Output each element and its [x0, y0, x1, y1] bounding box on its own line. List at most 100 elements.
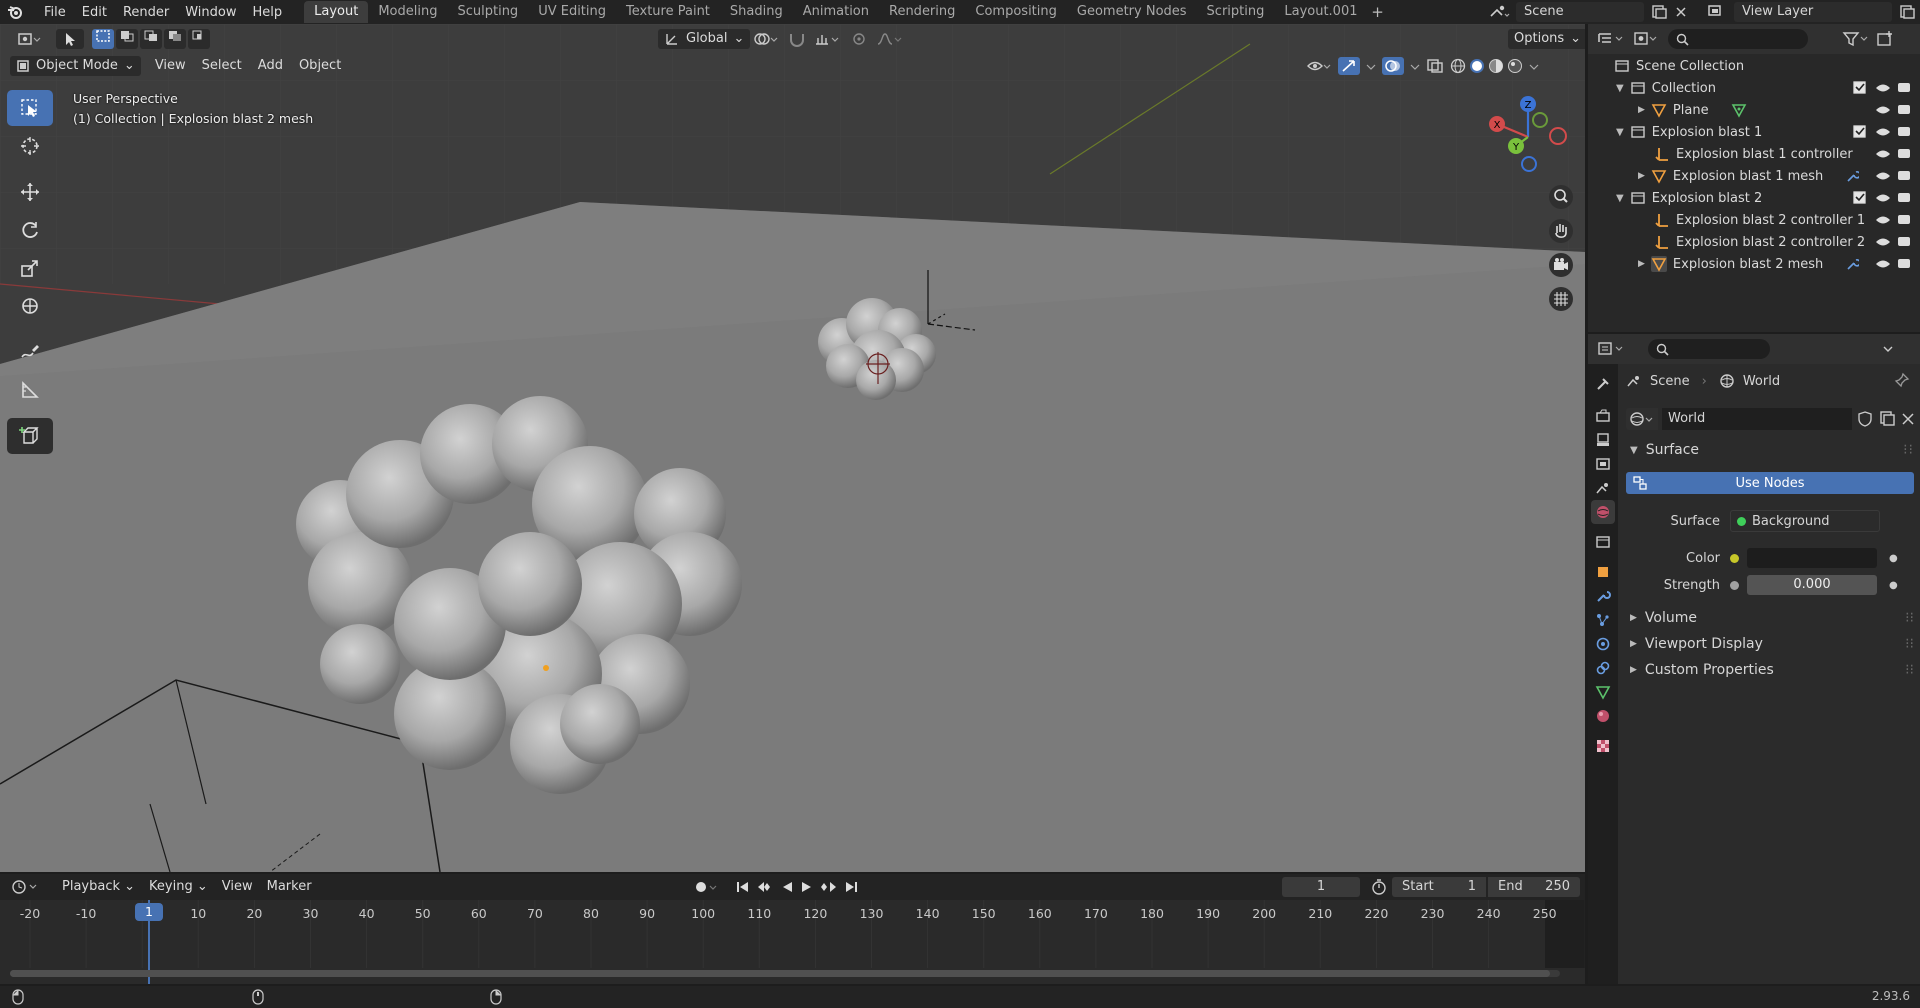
expand-arrow-icon[interactable]: ▶: [1630, 639, 1637, 649]
mesh-data-icon[interactable]: [1731, 102, 1747, 118]
menu-view[interactable]: View: [149, 56, 192, 76]
3d-viewport[interactable]: Global ⌄ Options ⌄ Object Mode ⌄ View Se…: [0, 24, 1585, 872]
expand-arrow-icon[interactable]: ▼: [1616, 193, 1624, 204]
object-tab-icon[interactable]: [1591, 560, 1615, 584]
tab-modeling[interactable]: Modeling: [368, 1, 447, 23]
expand-arrow-icon[interactable]: ▼: [1616, 127, 1624, 138]
snap-increment-icon[interactable]: [814, 31, 842, 47]
constraints-tab-icon[interactable]: [1591, 656, 1615, 680]
fake-user-shield-icon[interactable]: [1856, 410, 1874, 428]
select-intersect-icon[interactable]: [188, 29, 210, 49]
add-cube-tool[interactable]: [7, 418, 53, 454]
surface-panel-header[interactable]: ▼ Surface ⁝⁝: [1626, 439, 1918, 461]
drag-handle-icon[interactable]: ⁝⁝: [1905, 610, 1914, 626]
gizmo-toggle-icon[interactable]: [1338, 57, 1360, 75]
tab-rendering[interactable]: Rendering: [879, 1, 965, 23]
view-layer-icon[interactable]: [1706, 3, 1728, 21]
select-box-tool[interactable]: [7, 90, 53, 126]
shading-dropdown-icon[interactable]: [1529, 58, 1539, 74]
visibility-eye-icon[interactable]: [1306, 58, 1332, 74]
material-tab-icon[interactable]: [1591, 704, 1615, 728]
gizmo-dropdown-icon[interactable]: [1366, 58, 1376, 74]
color-socket-icon[interactable]: [1730, 553, 1739, 563]
view-layer-name-field[interactable]: View Layer: [1734, 2, 1892, 22]
drag-handle-icon[interactable]: ⁝⁝: [1903, 442, 1914, 458]
camera-view-icon[interactable]: [1548, 252, 1574, 278]
properties-search-input[interactable]: [1648, 339, 1770, 359]
surface-shader-selector[interactable]: Background: [1730, 510, 1880, 532]
expand-arrow-icon[interactable]: ▶: [1638, 259, 1645, 269]
physics-tab-icon[interactable]: [1591, 632, 1615, 656]
overlays-dropdown-icon[interactable]: [1410, 58, 1420, 74]
strength-field[interactable]: 0.000: [1747, 575, 1877, 595]
editor-type-button[interactable]: [10, 29, 50, 49]
select-invert-icon[interactable]: [164, 29, 186, 49]
scale-tool[interactable]: [7, 250, 53, 286]
tab-compositing[interactable]: Compositing: [965, 1, 1067, 23]
tab-geometry-nodes[interactable]: Geometry Nodes: [1067, 1, 1197, 23]
select-extend-icon[interactable]: [116, 29, 138, 49]
outliner-search-input[interactable]: [1668, 29, 1808, 49]
tab-layout-001[interactable]: Layout.001: [1274, 1, 1367, 23]
zoom-icon[interactable]: [1548, 184, 1574, 210]
expand-arrow-icon[interactable]: ▶: [1638, 105, 1645, 115]
cursor-tool[interactable]: [7, 128, 53, 164]
expand-arrow-icon[interactable]: ▶: [1630, 665, 1637, 675]
collection-tab-icon[interactable]: [1591, 530, 1615, 554]
expand-arrow-icon[interactable]: ▼: [1630, 445, 1638, 456]
volume-panel-header[interactable]: ▶ Volume ⁝⁝: [1626, 607, 1918, 629]
pin-icon[interactable]: [1894, 372, 1910, 388]
filter-icon[interactable]: [1842, 30, 1872, 48]
world-tab-icon[interactable]: [1591, 500, 1615, 524]
playhead-frame-badge[interactable]: 1: [135, 903, 163, 921]
custom-properties-panel-header[interactable]: ▶ Custom Properties ⁝⁝: [1626, 659, 1918, 681]
render-tab-icon[interactable]: [1591, 404, 1615, 428]
timeline-scrollbar[interactable]: [10, 970, 1560, 977]
outliner-row-scene-collection[interactable]: Scene Collection: [1588, 55, 1920, 77]
navigation-gizmo[interactable]: Z X Y: [1480, 90, 1570, 180]
overlays-toggle-icon[interactable]: [1382, 57, 1404, 75]
delete-scene-icon[interactable]: [1674, 5, 1688, 19]
annotate-tool[interactable]: [7, 334, 53, 370]
texture-tab-icon[interactable]: [1591, 734, 1615, 758]
unlink-world-icon[interactable]: [1900, 411, 1916, 427]
viewport-display-panel-header[interactable]: ▶ Viewport Display ⁝⁝: [1626, 633, 1918, 655]
select-new-icon[interactable]: [92, 29, 114, 49]
expand-arrow-icon[interactable]: ▶: [1630, 613, 1637, 623]
move-tool[interactable]: [7, 174, 53, 210]
material-preview-icon[interactable]: [1488, 58, 1504, 74]
view-layer-tab-icon[interactable]: [1591, 452, 1615, 476]
keyframe-dot-icon[interactable]: ●: [1889, 580, 1898, 591]
world-browse-icon[interactable]: [1626, 408, 1658, 430]
data-tab-icon[interactable]: [1591, 680, 1615, 704]
options-dropdown[interactable]: Options ⌄: [1508, 29, 1585, 49]
measure-tool[interactable]: [7, 372, 53, 408]
drag-handle-icon[interactable]: ⁝⁝: [1905, 636, 1914, 652]
tab-animation[interactable]: Animation: [793, 1, 879, 23]
timeline-track-area[interactable]: -20 -10 10 20 30 40 50 60 70 80 90 100 110 120 130 140 1…: [0, 900, 1585, 984]
solid-shading-icon[interactable]: [1469, 58, 1485, 74]
menu-select[interactable]: Select: [196, 56, 248, 76]
menu-window[interactable]: Window: [177, 5, 244, 20]
timeline-scrollbar-thumb[interactable]: [10, 970, 1550, 977]
tab-shading[interactable]: Shading: [720, 1, 793, 23]
tab-layout[interactable]: Layout: [304, 1, 369, 23]
select-tool-button[interactable]: [56, 29, 84, 49]
new-view-layer-icon[interactable]: [1898, 4, 1916, 20]
world-name-field[interactable]: World: [1662, 408, 1852, 430]
scene-icon[interactable]: [1488, 3, 1510, 21]
display-mode-icon[interactable]: [1632, 30, 1660, 48]
new-scene-icon[interactable]: [1650, 4, 1668, 20]
select-subtract-icon[interactable]: [140, 29, 162, 49]
transform-tool[interactable]: [7, 288, 53, 324]
ortho-grid-icon[interactable]: [1548, 286, 1574, 312]
particles-tab-icon[interactable]: [1591, 608, 1615, 632]
menu-file[interactable]: File: [36, 5, 74, 20]
proportional-edit-icon[interactable]: [850, 31, 868, 47]
tool-tab-icon[interactable]: [1591, 372, 1615, 396]
object-mode-dropdown[interactable]: Object Mode ⌄: [10, 56, 141, 76]
drag-handle-icon[interactable]: ⁝⁝: [1905, 662, 1914, 678]
scene-tab-icon[interactable]: [1591, 476, 1615, 500]
properties-editor-icon[interactable]: [1596, 340, 1626, 358]
transform-orientation-dropdown[interactable]: Global ⌄: [658, 29, 751, 49]
